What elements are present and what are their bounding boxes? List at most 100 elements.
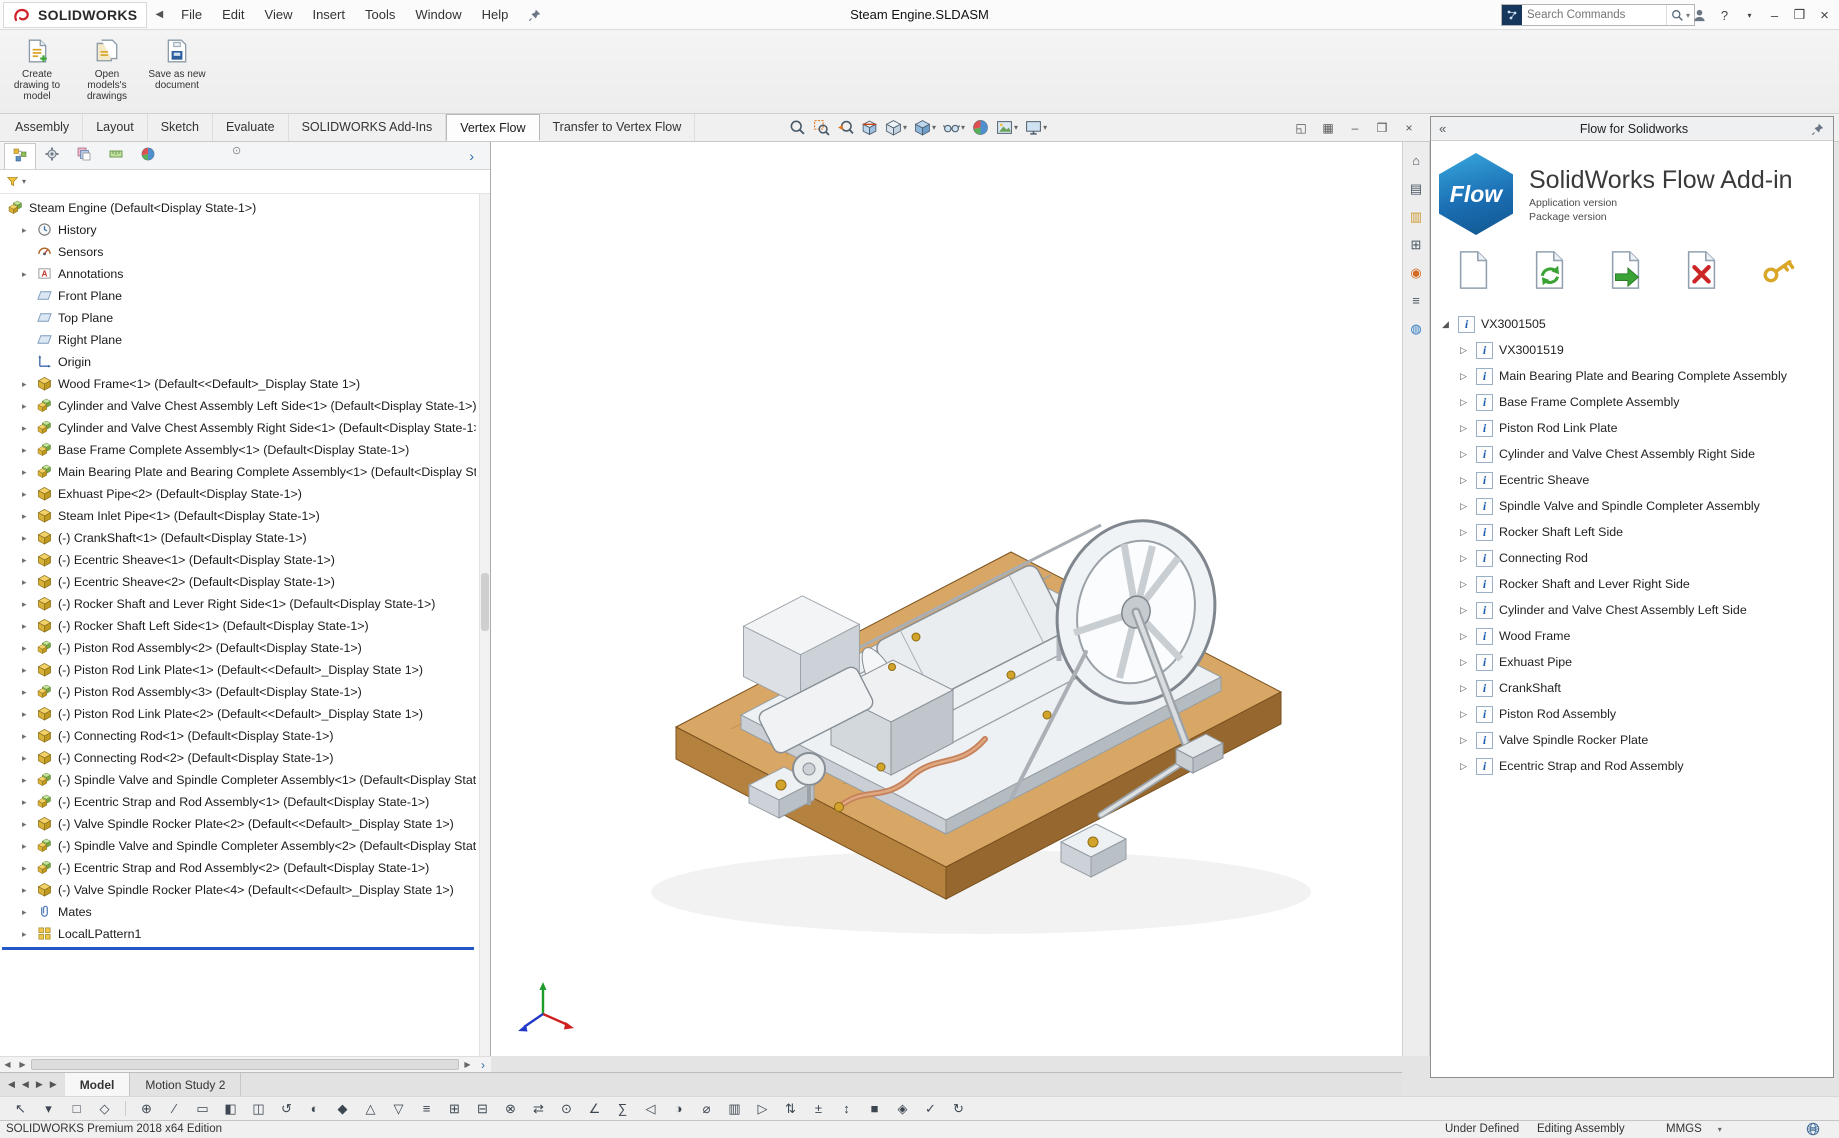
feature-tree-item[interactable]: ▸(-) Piston Rod Link Plate<2> (Default<<… [0,703,476,725]
tab-strip-chevron-icon[interactable]: › [469,148,490,164]
box-select-tool-icon[interactable]: □ [64,1099,89,1119]
expand-arrow-icon[interactable]: ▷ [1457,553,1470,564]
viewport-split-icon[interactable]: ◱ [1292,121,1310,135]
previous-study-tab-icon[interactable]: ◀ [22,1079,29,1090]
feature-tree-item[interactable]: ▸(-) Piston Rod Assembly<2> (Default<Dis… [0,637,476,659]
display-style-caret-icon[interactable]: ▾ [932,123,936,132]
expand-arrow-icon[interactable]: ▷ [1457,371,1470,382]
search-input[interactable] [1522,9,1666,21]
panel-collapse-icon[interactable]: « [1439,121,1457,136]
panel-pin-icon[interactable] [1811,122,1825,136]
sensor-tool-icon[interactable]: ◑ [666,1099,691,1119]
expand-arrow-icon[interactable]: ▸ [22,665,37,676]
feature-tree-item[interactable]: ▸Main Bearing Plate and Bearing Complete… [0,461,476,483]
menu-file[interactable]: File [171,0,212,29]
expand-arrow-icon[interactable]: ▸ [22,423,37,434]
tab-model[interactable]: Model [65,1073,131,1096]
feature-tree-item[interactable]: ▸(-) Piston Rod Assembly<3> (Default<Dis… [0,681,476,703]
expand-arrow-icon[interactable]: ▸ [22,533,37,544]
flow-tree-item[interactable]: ▷iPiston Rod Assembly [1431,701,1833,727]
feature-tree-item[interactable]: ▸(-) Valve Spindle Rocker Plate<2> (Defa… [0,813,476,835]
expand-arrow-icon[interactable]: ▸ [22,775,37,786]
expand-arrow-icon[interactable]: ▷ [1457,709,1470,720]
expand-arrow-icon[interactable]: ▸ [22,841,37,852]
feature-tree-item[interactable]: Origin [0,351,476,373]
expand-arrow-icon[interactable]: ▷ [1457,475,1470,486]
section-view-icon[interactable] [861,119,878,136]
edit-appearance-icon[interactable] [972,119,989,136]
feature-tree-item[interactable]: ▸Steam Inlet Pipe<1> (Default<Display St… [0,505,476,527]
appearances-scenes-icon[interactable]: ◉ [1405,262,1427,283]
filter-caret-icon[interactable]: ▾ [22,177,26,186]
apply-scene-caret-icon[interactable]: ▾ [1014,123,1018,132]
expand-arrow-icon[interactable]: ▷ [1457,657,1470,668]
expand-arrow-icon[interactable]: ▷ [1457,631,1470,642]
tab-vertex-flow[interactable]: Vertex Flow [446,114,539,141]
flow-tree-item[interactable]: ▷iPiston Rod Link Plate [1431,415,1833,441]
solidworks-resources-icon[interactable]: ⌂ [1405,150,1427,171]
steam-engine-model[interactable] [581,337,1321,937]
create-drawing-to-model-button[interactable]: Create drawing to model [4,36,70,102]
feature-tree-item[interactable]: ▸AAnnotations [0,263,476,285]
expand-arrow-icon[interactable]: ▸ [22,599,37,610]
curvature-icon[interactable]: ⌀ [694,1099,719,1119]
minimize-button[interactable]: – [1762,1,1787,29]
custom-properties-icon[interactable]: ≡ [1405,290,1427,311]
new-document-icon[interactable] [1453,249,1495,291]
viewport-minimize-icon[interactable]: – [1346,121,1364,135]
expand-arrow-icon[interactable]: ▷ [1457,605,1470,616]
feature-tree-item[interactable]: ▸(-) Rocker Shaft Left Side<1> (Default<… [0,615,476,637]
expand-arrow-icon[interactable]: ▷ [1457,761,1470,772]
tab-configurationmanager[interactable] [68,143,100,169]
help-icon[interactable]: ? [1712,1,1737,29]
expand-arrow-icon[interactable]: ▷ [1457,735,1470,746]
viewport-tile-icon[interactable]: ▦ [1319,121,1337,135]
expand-arrow-icon[interactable]: ▸ [22,401,37,412]
expand-arrow-icon[interactable]: ▸ [22,929,37,940]
check-active-document-icon[interactable]: ✓ [918,1099,943,1119]
smart-fasteners-icon[interactable]: ◧ [218,1099,243,1119]
expand-arrow-icon[interactable]: ▸ [22,797,37,808]
filter-funnel-icon[interactable] [6,175,19,188]
compare-documents-icon[interactable]: ◈ [890,1099,915,1119]
explode-line-sketch-icon[interactable]: ⊟ [470,1099,495,1119]
tab-displaymanager[interactable] [132,143,164,169]
sync-export-icon[interactable] [1529,249,1571,291]
insert-components-icon[interactable]: ⊕ [134,1099,159,1119]
measure-icon[interactable]: ∠ [582,1099,607,1119]
mass-properties-icon[interactable]: ∑ [610,1099,635,1119]
select-tool-icon[interactable]: ↖ [8,1099,33,1119]
expand-arrow-icon[interactable]: ▸ [22,445,37,456]
flow-tree-item[interactable]: ▷iWood Frame [1431,623,1833,649]
feature-tree-item[interactable]: ▸(-) Ecentric Sheave<1> (Default<Display… [0,549,476,571]
display-style-icon[interactable]: ▾ [914,119,936,136]
mate-icon[interactable]: ∕ [162,1099,187,1119]
feature-tree-item[interactable]: ▸History [0,219,476,241]
next-study-tab-icon[interactable]: ▶ [36,1079,43,1090]
expand-arrow-icon[interactable]: ▸ [22,467,37,478]
feature-tree-item[interactable]: ▸Wood Frame<1> (Default<<Default>_Displa… [0,373,476,395]
expand-arrow-icon[interactable]: ▷ [1457,423,1470,434]
expand-arrow-icon[interactable]: ▸ [22,379,37,390]
expand-arrow-icon[interactable]: ▸ [22,687,37,698]
move-component-icon[interactable]: ◫ [246,1099,271,1119]
hscrollbar-thumb[interactable] [31,1059,459,1070]
feature-tree-item[interactable]: ▸(-) Ecentric Strap and Rod Assembly<2> … [0,857,476,879]
restore-button[interactable]: ❒ [1787,1,1812,29]
tab-assembly[interactable]: Assembly [2,114,83,141]
open-models-drawings-button[interactable]: Open models's drawings [74,36,140,102]
hole-alignment-icon[interactable]: ⊙ [554,1099,579,1119]
expand-arrow-icon[interactable]: ▸ [22,885,37,896]
rotate-component-icon[interactable]: ↺ [274,1099,299,1119]
panel-expand-chevron-icon[interactable]: › [475,1058,491,1072]
tree-filter-row[interactable]: ▾ [0,170,490,194]
undercut-analysis-icon[interactable]: ⇅ [778,1099,803,1119]
flow-tree-item[interactable]: ▷iEcentric Strap and Rod Assembly [1431,753,1833,779]
feature-tree-item[interactable]: ▸LocalLPattern1 [0,923,476,945]
flow-tree-item[interactable]: ▷iValve Spindle Rocker Plate [1431,727,1833,753]
globe-icon[interactable] [1806,1122,1820,1136]
license-key-icon[interactable] [1757,249,1799,291]
graphics-viewport[interactable] [491,142,1402,1056]
collapse-menu-arrow-icon[interactable]: ◀ [147,9,171,20]
hide-show-items-caret-icon[interactable]: ▾ [961,123,965,132]
